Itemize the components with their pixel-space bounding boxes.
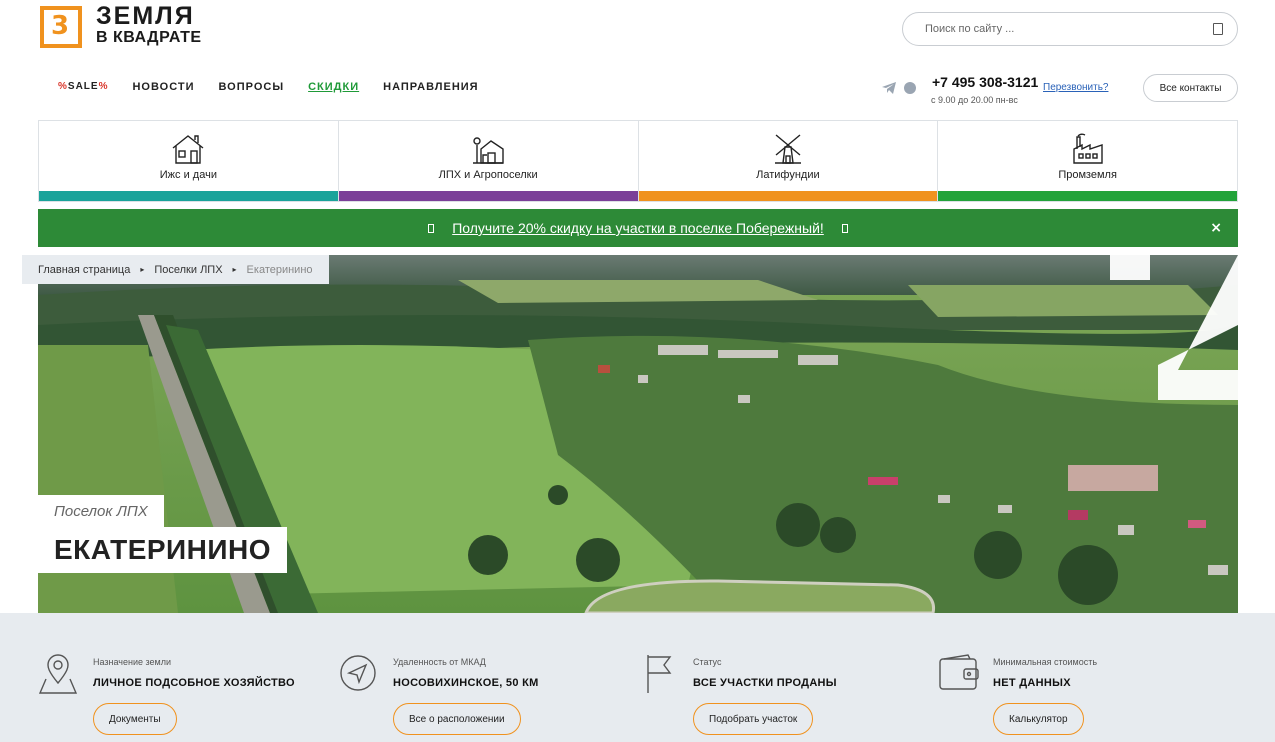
search-input[interactable] bbox=[925, 23, 1185, 35]
category-latifundia[interactable]: Латифундии bbox=[638, 121, 939, 201]
info-value: ВСЕ УЧАСТКИ ПРОДАНЫ bbox=[693, 677, 837, 689]
category-color-bar bbox=[938, 191, 1237, 201]
info-caption: Минимальная стоимость bbox=[993, 657, 1098, 667]
site-logo[interactable]: 3 ЗЕМЛЯ В КВАДРАТЕ bbox=[40, 2, 202, 48]
search-icon[interactable] bbox=[1213, 23, 1223, 35]
category-label: Промземля bbox=[1058, 169, 1117, 181]
chevron-right-icon: ▸ bbox=[232, 265, 237, 274]
info-value: НОСОВИХИНСКОЕ, 50 КМ bbox=[393, 677, 539, 689]
info-caption: Статус bbox=[693, 657, 722, 667]
promo-banner: Получите 20% скидку на участки в поселке… bbox=[38, 209, 1238, 247]
category-label: Ижс и дачи bbox=[159, 169, 217, 181]
breadcrumb-current: Екатеринино bbox=[246, 263, 313, 276]
documents-button[interactable]: Документы bbox=[93, 703, 177, 735]
working-hours: с 9.00 до 20.00 пн-вс bbox=[931, 95, 1018, 105]
callback-link[interactable]: Перезвонить? bbox=[1043, 82, 1108, 93]
category-label: ЛПХ и Агропоселки bbox=[438, 169, 538, 181]
main-nav: %SALE% НОВОСТИ ВОПРОСЫ СКИДКИ НАПРАВЛЕНИ… bbox=[58, 81, 479, 93]
farm-icon bbox=[473, 137, 504, 164]
category-izhs[interactable]: Ижс и дачи bbox=[39, 121, 339, 201]
logo-text: ЗЕМЛЯ В КВАДРАТЕ bbox=[96, 2, 202, 48]
category-color-bar bbox=[338, 191, 638, 201]
calculator-button[interactable]: Калькулятор bbox=[993, 703, 1084, 735]
category-color-bar bbox=[39, 191, 338, 201]
category-lph[interactable]: ЛПХ и Агропоселки bbox=[338, 121, 639, 201]
house-icon bbox=[172, 135, 204, 164]
page-title: ЕКАТЕРИНИНО bbox=[38, 527, 288, 573]
telegram-icon[interactable] bbox=[882, 82, 896, 94]
wallet-icon bbox=[939, 654, 979, 690]
nav-questions[interactable]: ВОПРОСЫ bbox=[219, 81, 285, 93]
flag-icon bbox=[647, 655, 672, 693]
info-value: ЛИЧНОЕ ПОДСОБНОЕ ХОЗЯЙСТВО bbox=[93, 677, 295, 689]
logo-mark-icon: 3 bbox=[40, 6, 82, 48]
location-info-button[interactable]: Все о расположении bbox=[393, 703, 521, 735]
gift-icon bbox=[841, 223, 848, 233]
chevron-right-icon: ▸ bbox=[140, 265, 145, 274]
breadcrumb-lph[interactable]: Поселки ЛПХ bbox=[154, 264, 222, 276]
hero-subtitle: Поселок ЛПХ bbox=[38, 495, 164, 527]
info-caption: Назначение земли bbox=[93, 657, 172, 667]
logo-line-1: ЗЕМЛЯ bbox=[96, 2, 195, 30]
windmill-icon bbox=[774, 134, 801, 164]
navigation-icon bbox=[340, 655, 376, 691]
location-pin-icon bbox=[38, 654, 78, 694]
nav-directions[interactable]: НАПРАВЛЕНИЯ bbox=[383, 81, 478, 93]
factory-icon bbox=[1072, 133, 1103, 164]
nav-discounts[interactable]: СКИДКИ bbox=[308, 81, 359, 93]
breadcrumb: Главная страница ▸ Поселки ЛПХ ▸ Екатери… bbox=[22, 255, 329, 284]
pick-plot-button[interactable]: Подобрать участок bbox=[693, 703, 814, 735]
category-color-bar bbox=[638, 191, 938, 201]
info-strip: Назначение земли ЛИЧНОЕ ПОДСОБНОЕ ХОЗЯЙС… bbox=[0, 613, 1275, 742]
category-label: Латифундии bbox=[756, 169, 820, 181]
close-icon[interactable]: × bbox=[1210, 220, 1222, 236]
breadcrumb-home[interactable]: Главная страница bbox=[38, 264, 130, 276]
promo-link[interactable]: Получите 20% скидку на участки в поселке… bbox=[452, 220, 824, 236]
gift-icon bbox=[428, 223, 435, 233]
all-contacts-button[interactable]: Все контакты bbox=[1143, 74, 1238, 102]
nav-sale[interactable]: %SALE% bbox=[58, 81, 108, 93]
category-tabs: Ижс и дачи ЛПХ и Агропоселки Латифундии … bbox=[38, 120, 1238, 202]
info-value: НЕТ ДАННЫХ bbox=[993, 677, 1071, 689]
info-caption: Удаленность от МКАД bbox=[393, 657, 486, 667]
category-industrial[interactable]: Промземля bbox=[938, 121, 1237, 201]
nav-news[interactable]: НОВОСТИ bbox=[132, 81, 194, 93]
search-box bbox=[902, 12, 1238, 46]
logo-line-2: В КВАДРАТЕ bbox=[96, 29, 202, 46]
whatsapp-icon[interactable] bbox=[904, 82, 916, 94]
phone-number[interactable]: +7 495 308-3121 bbox=[932, 74, 1038, 90]
social-links bbox=[882, 82, 916, 94]
